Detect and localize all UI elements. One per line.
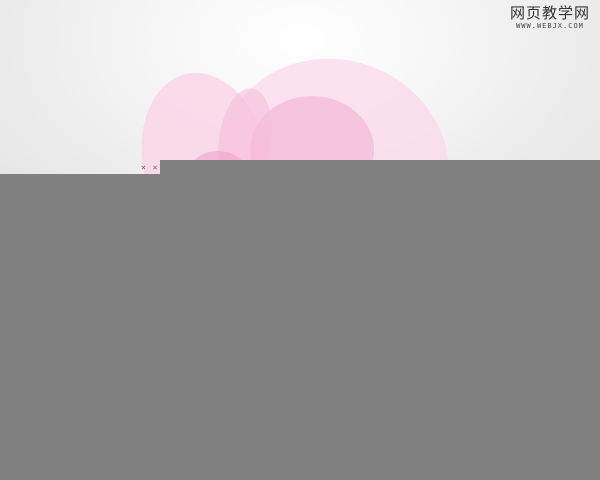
overlay-main-block (160, 160, 600, 480)
overlay-left-strip (0, 174, 160, 480)
gray-overlay (0, 160, 600, 480)
site-watermark: 网页教学网 WWW.WEBJX.COM (510, 6, 590, 30)
cross-cursor-icon: × × (141, 163, 159, 172)
watermark-title: 网页教学网 (509, 4, 590, 22)
watermark-url: WWW.WEBJX.COM (516, 22, 584, 30)
canvas-area: 网页教学网 WWW.WEBJX.COM × × (0, 0, 600, 480)
